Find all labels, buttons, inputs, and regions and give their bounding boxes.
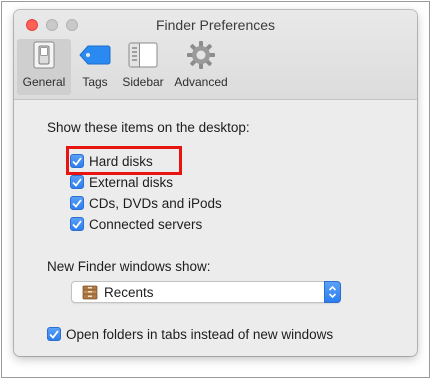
tab-tags-label: Tags — [82, 75, 108, 89]
open-in-tabs-checkbox[interactable] — [47, 327, 61, 341]
checkmark-icon — [72, 198, 82, 208]
new-window-popup[interactable]: Recents — [71, 281, 341, 303]
cds-dvds-ipods-checkbox-row[interactable]: CDs, DVDs and iPods — [70, 194, 222, 212]
open-in-tabs-checkbox-row[interactable]: Open folders in tabs instead of new wind… — [47, 325, 333, 343]
new-window-heading: New Finder windows show: — [47, 259, 211, 274]
tab-tags[interactable]: Tags — [74, 39, 116, 95]
connected-servers-label: Connected servers — [89, 216, 203, 232]
gear-icon — [185, 39, 217, 71]
cds-dvds-ipods-label: CDs, DVDs and iPods — [89, 195, 222, 211]
open-in-tabs-label: Open folders in tabs instead of new wind… — [66, 326, 334, 342]
chevron-updown-icon[interactable] — [324, 281, 341, 303]
tab-sidebar[interactable]: Sidebar — [118, 39, 168, 95]
checkmark-icon — [72, 219, 82, 229]
tag-icon — [79, 39, 111, 71]
connected-servers-checkbox[interactable] — [70, 217, 84, 231]
external-disks-label: External disks — [89, 174, 174, 190]
tab-general[interactable]: General — [17, 39, 71, 95]
external-disks-checkbox[interactable] — [70, 175, 84, 189]
desktop-items-heading: Show these items on the desktop: — [47, 120, 250, 135]
checkmark-icon — [49, 329, 59, 339]
cds-dvds-ipods-checkbox[interactable] — [70, 196, 84, 210]
new-window-selected: Recents — [104, 284, 154, 300]
tab-advanced-label: Advanced — [174, 75, 228, 89]
connected-servers-checkbox-row[interactable]: Connected servers — [70, 215, 202, 233]
sidebar-icon — [127, 39, 159, 71]
recents-icon — [82, 284, 98, 300]
window-title: Finder Preferences — [155, 17, 276, 33]
external-disks-checkbox-row[interactable]: External disks — [70, 173, 173, 191]
tab-advanced[interactable]: Advanced — [169, 39, 233, 95]
titlebar: Finder Preferences General Tags Sidebar … — [14, 10, 417, 100]
checkmark-icon — [72, 177, 82, 187]
tab-sidebar-label: Sidebar — [122, 75, 164, 89]
tab-general-label: General — [22, 75, 66, 89]
general-pane: Show these items on the desktop: Hard di… — [14, 101, 417, 356]
finder-preferences-window: Finder Preferences General Tags Sidebar … — [14, 10, 417, 356]
switch-icon — [28, 39, 60, 71]
annotation-highlight-box — [66, 146, 182, 175]
